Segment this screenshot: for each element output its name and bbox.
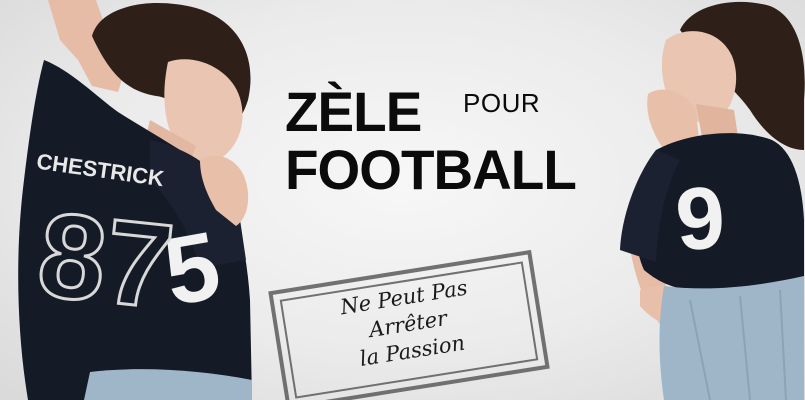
headline-word-zele: ZÈLE bbox=[285, 80, 422, 143]
left-model-image: 5 CHESTRICK 87 bbox=[0, 0, 270, 400]
passion-stamp: Ne Peut Pas Arrêter la Passion bbox=[268, 249, 550, 400]
right-model-image: 9 bbox=[600, 0, 805, 400]
headline-word-pour: POUR bbox=[463, 88, 541, 118]
headline-line-2: FOOTBALL bbox=[285, 142, 582, 198]
headline-line-1: ZÈLE bbox=[285, 84, 424, 140]
promo-banner: 5 CHESTRICK 87 9 ZÈLE POUR FOOTBALL Ne P… bbox=[0, 0, 805, 400]
headline-word-football: FOOTBALL bbox=[285, 138, 577, 201]
right-jersey-number: 9 bbox=[672, 167, 728, 269]
svg-text:87: 87 bbox=[32, 187, 179, 334]
headline: ZÈLE POUR FOOTBALL bbox=[285, 84, 625, 204]
